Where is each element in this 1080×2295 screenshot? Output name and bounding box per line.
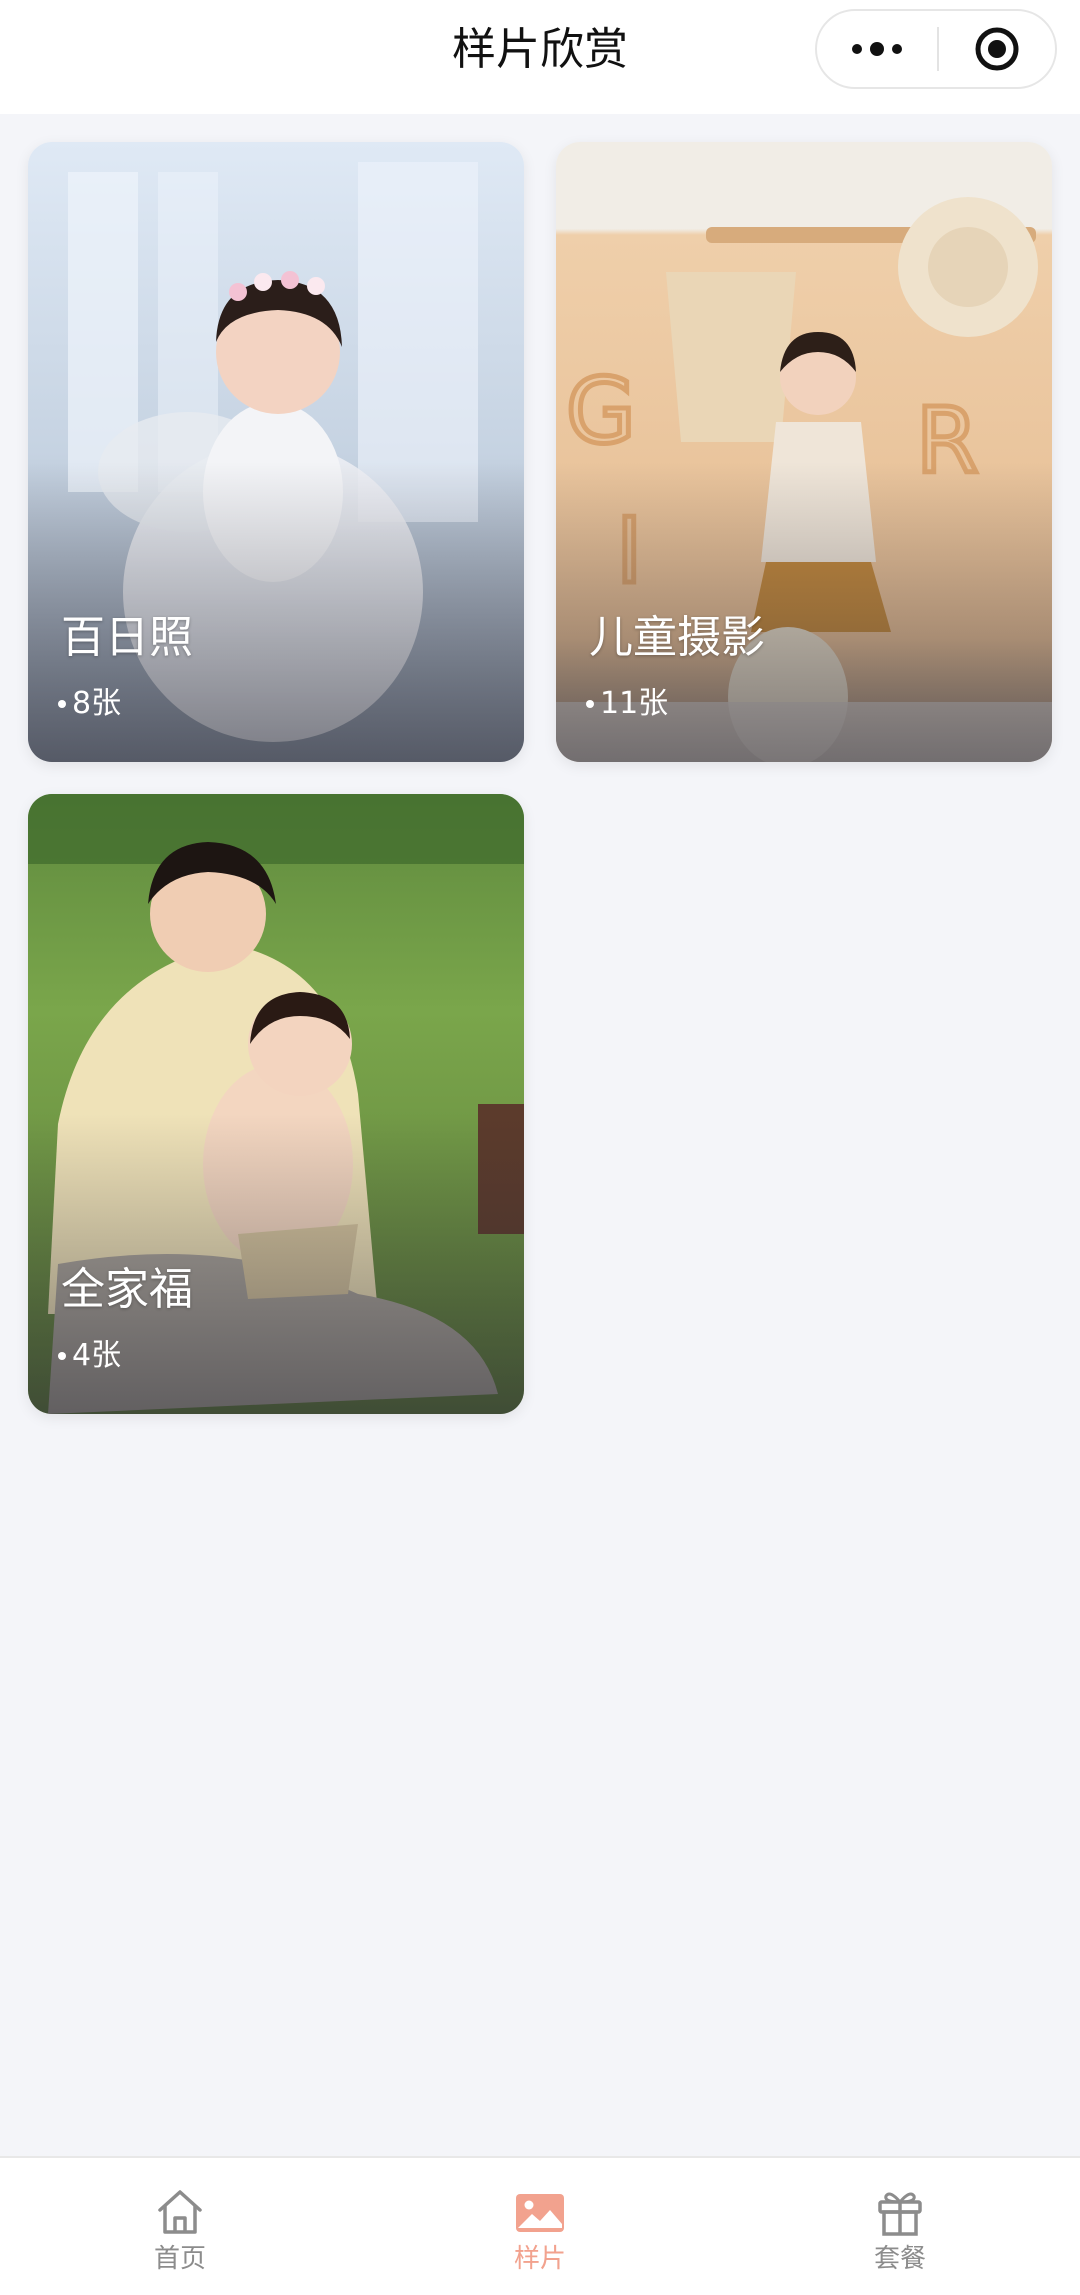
album-card-baby-100-days[interactable]: 百日照 8张 <box>28 142 524 762</box>
more-dots-icon <box>852 42 902 56</box>
page: 样片欣赏 百日照 8张 G R 儿童摄影 11张 全家福 4张 首页 样片 套餐 <box>0 0 1080 2295</box>
album-count: 11张 <box>586 684 668 724</box>
album-title: 全家福 <box>61 1264 193 1315</box>
navbar: 样片欣赏 <box>0 0 1080 114</box>
album-count-text: 4张 <box>72 1338 122 1373</box>
tab-samples[interactable]: 样片 <box>360 2158 720 2295</box>
gift-icon <box>878 2192 922 2236</box>
album-card-children-photography[interactable]: G R I 儿童摄影 11张 <box>556 142 1052 762</box>
album-count: 8张 <box>58 684 121 724</box>
tab-packages[interactable]: 套餐 <box>720 2158 1080 2295</box>
album-count: 4张 <box>58 1336 121 1376</box>
tab-home[interactable]: 首页 <box>0 2158 360 2295</box>
bullet-dot <box>586 700 594 708</box>
bullet-dot <box>58 1352 66 1360</box>
album-count-text: 8张 <box>72 686 122 721</box>
image-icon <box>516 2194 564 2232</box>
target-close-icon <box>975 27 1019 71</box>
svg-text:G: G <box>566 359 636 464</box>
tab-label: 样片 <box>513 2244 566 2274</box>
album-count-text: 11张 <box>600 686 669 721</box>
home-icon <box>158 2190 202 2234</box>
more-button[interactable] <box>817 11 937 87</box>
bullet-dot <box>58 700 66 708</box>
close-button[interactable] <box>939 11 1055 87</box>
album-card-family-portrait[interactable]: 全家福 4张 <box>28 794 524 1414</box>
mini-program-capsule <box>815 9 1057 89</box>
tab-label: 首页 <box>153 2244 206 2274</box>
bottom-tab-bar: 首页 样片 套餐 <box>0 2156 1080 2295</box>
tab-label: 套餐 <box>873 2244 926 2274</box>
album-title: 百日照 <box>61 612 193 663</box>
album-title: 儿童摄影 <box>589 612 765 663</box>
